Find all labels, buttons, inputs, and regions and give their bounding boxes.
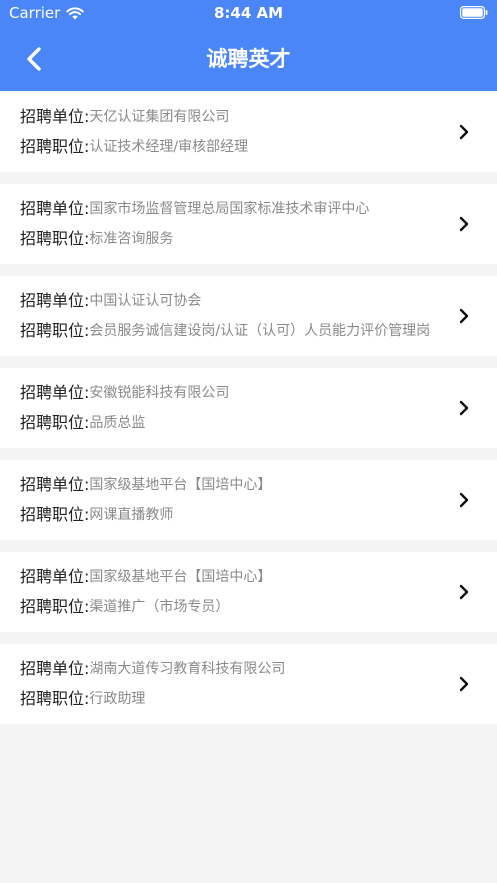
position-name: 渠道推广（市场专员） — [89, 599, 230, 615]
company-label: 招聘单位: — [20, 475, 90, 494]
job-card[interactable]: 招聘单位: 中国认证认可协会 招聘职位: 会员服务诚信建设岗/认证（认可）人员能… — [0, 276, 497, 356]
position-row: 招聘职位: 会员服务诚信建设岗/认证（认可）人员能力评价管理岗 — [20, 320, 443, 342]
job-card[interactable]: 招聘单位: 安徽锐能科技有限公司 招聘职位: 品质总监 — [0, 368, 497, 448]
status-bar: Carrier 8:44 AM — [0, 0, 497, 26]
chevron-right-icon — [459, 492, 469, 508]
company-row: 招聘单位: 国家级基地平台【国培中心】 — [20, 474, 443, 496]
position-label: 招聘职位: — [20, 689, 90, 708]
company-name: 中国认证认可协会 — [89, 293, 202, 309]
position-label: 招聘职位: — [20, 597, 90, 616]
company-label: 招聘单位: — [20, 659, 90, 678]
company-row: 招聘单位: 国家市场监督管理总局国家标准技术审评中心 — [20, 198, 443, 220]
company-name: 国家级基地平台【国培中心】 — [89, 477, 272, 493]
job-card[interactable]: 招聘单位: 湖南大道传习教育科技有限公司 招聘职位: 行政助理 — [0, 644, 497, 724]
job-card[interactable]: 招聘单位: 国家级基地平台【国培中心】 招聘职位: 网课直播教师 — [0, 460, 497, 540]
position-row: 招聘职位: 认证技术经理/审核部经理 — [20, 136, 443, 158]
position-label: 招聘职位: — [20, 505, 90, 524]
company-name: 安徽锐能科技有限公司 — [89, 385, 230, 401]
position-name: 网课直播教师 — [89, 507, 174, 523]
company-row: 招聘单位: 国家级基地平台【国培中心】 — [20, 566, 443, 588]
company-row: 招聘单位: 天亿认证集团有限公司 — [20, 106, 443, 128]
company-row: 招聘单位: 湖南大道传习教育科技有限公司 — [20, 658, 443, 680]
position-name: 行政助理 — [89, 691, 146, 707]
company-row: 招聘单位: 安徽锐能科技有限公司 — [20, 382, 443, 404]
chevron-right-icon — [459, 676, 469, 692]
company-name: 国家市场监督管理总局国家标准技术审评中心 — [89, 201, 370, 217]
position-label: 招聘职位: — [20, 137, 90, 156]
battery-icon — [460, 6, 488, 19]
job-card[interactable]: 招聘单位: 国家市场监督管理总局国家标准技术审评中心 招聘职位: 标准咨询服务 — [0, 184, 497, 264]
company-name: 天亿认证集团有限公司 — [89, 109, 230, 125]
chevron-right-icon — [459, 308, 469, 324]
job-list: 招聘单位: 天亿认证集团有限公司 招聘职位: 认证技术经理/审核部经理 招聘单位… — [0, 92, 497, 736]
top-bar: Carrier 8:44 AM 诚聘英才 — [0, 0, 497, 91]
chevron-right-icon — [459, 584, 469, 600]
position-row: 招聘职位: 品质总监 — [20, 412, 443, 434]
company-label: 招聘单位: — [20, 567, 90, 586]
company-row: 招聘单位: 中国认证认可协会 — [20, 290, 443, 312]
position-row: 招聘职位: 标准咨询服务 — [20, 228, 443, 250]
position-name: 标准咨询服务 — [89, 231, 174, 247]
chevron-right-icon — [459, 216, 469, 232]
position-name: 认证技术经理/审核部经理 — [89, 139, 249, 155]
position-row: 招聘职位: 渠道推广（市场专员） — [20, 596, 443, 618]
position-name: 会员服务诚信建设岗/认证（认可）人员能力评价管理岗 — [89, 323, 431, 339]
company-name: 湖南大道传习教育科技有限公司 — [89, 661, 286, 677]
job-card[interactable]: 招聘单位: 天亿认证集团有限公司 招聘职位: 认证技术经理/审核部经理 — [0, 92, 497, 172]
position-row: 招聘职位: 行政助理 — [20, 688, 443, 710]
chevron-right-icon — [459, 124, 469, 140]
position-name: 品质总监 — [89, 415, 146, 431]
company-label: 招聘单位: — [20, 383, 90, 402]
status-time: 8:44 AM — [213, 4, 284, 22]
job-card[interactable]: 招聘单位: 国家级基地平台【国培中心】 招聘职位: 渠道推广（市场专员） — [0, 552, 497, 632]
position-row: 招聘职位: 网课直播教师 — [20, 504, 443, 526]
page-title: 诚聘英才 — [206, 47, 291, 71]
chevron-right-icon — [459, 400, 469, 416]
company-label: 招聘单位: — [20, 291, 90, 310]
company-label: 招聘单位: — [20, 107, 90, 126]
position-label: 招聘职位: — [20, 229, 90, 248]
position-label: 招聘职位: — [20, 321, 90, 340]
company-name: 国家级基地平台【国培中心】 — [89, 569, 272, 585]
company-label: 招聘单位: — [20, 199, 90, 218]
position-label: 招聘职位: — [20, 413, 90, 432]
